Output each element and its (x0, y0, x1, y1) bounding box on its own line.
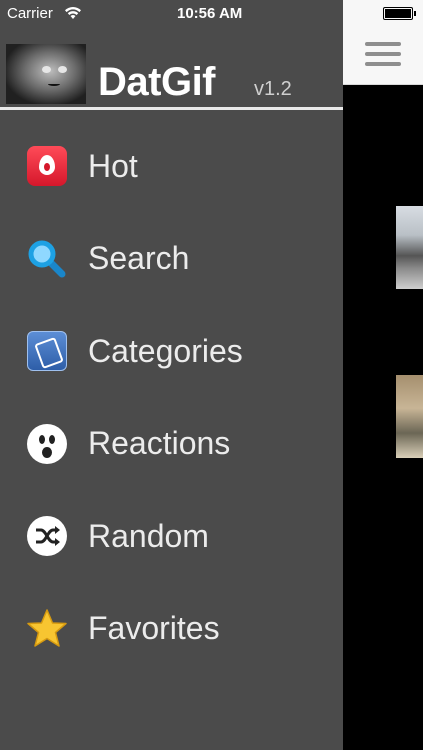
menu-item-label: Hot (88, 147, 138, 184)
carrier-label: Carrier (7, 5, 53, 22)
menu-item-label: Random (88, 517, 209, 554)
drawer-menu: Hot Search Categories Reactions Random F… (0, 120, 343, 675)
menu-item-reactions[interactable]: Reactions (0, 398, 343, 491)
gif-thumbnail[interactable] (396, 375, 423, 458)
menu-item-label: Reactions (88, 425, 231, 462)
menu-item-hot[interactable]: Hot (0, 120, 343, 213)
status-time: 10:56 AM (177, 5, 243, 22)
categories-icon (26, 330, 68, 372)
app-header: DatGif v1.2 (0, 40, 343, 110)
menu-item-label: Favorites (88, 610, 220, 647)
side-drawer: Carrier 10:56 AM DatGif v1.2 Hot Search … (0, 0, 343, 750)
flame-icon (26, 145, 68, 187)
menu-item-label: Categories (88, 332, 243, 369)
menu-item-search[interactable]: Search (0, 213, 343, 306)
app-title: DatGif (98, 60, 216, 104)
magnifier-icon (26, 238, 68, 280)
menu-item-favorites[interactable]: Favorites (0, 583, 343, 676)
star-icon (26, 608, 68, 650)
menu-item-label: Search (88, 240, 190, 277)
menu-item-categories[interactable]: Categories (0, 305, 343, 398)
battery-icon (383, 7, 416, 20)
status-bar: Carrier 10:56 AM (0, 0, 343, 28)
gif-thumbnail[interactable] (396, 206, 423, 289)
menu-item-random[interactable]: Random (0, 490, 343, 583)
app-logo (6, 44, 86, 104)
app-version: v1.2 (254, 78, 292, 100)
shuffle-icon (26, 515, 68, 557)
surprised-face-icon (26, 423, 68, 465)
main-content (343, 0, 423, 750)
wifi-icon (65, 7, 81, 19)
hamburger-menu-icon[interactable] (365, 42, 401, 68)
